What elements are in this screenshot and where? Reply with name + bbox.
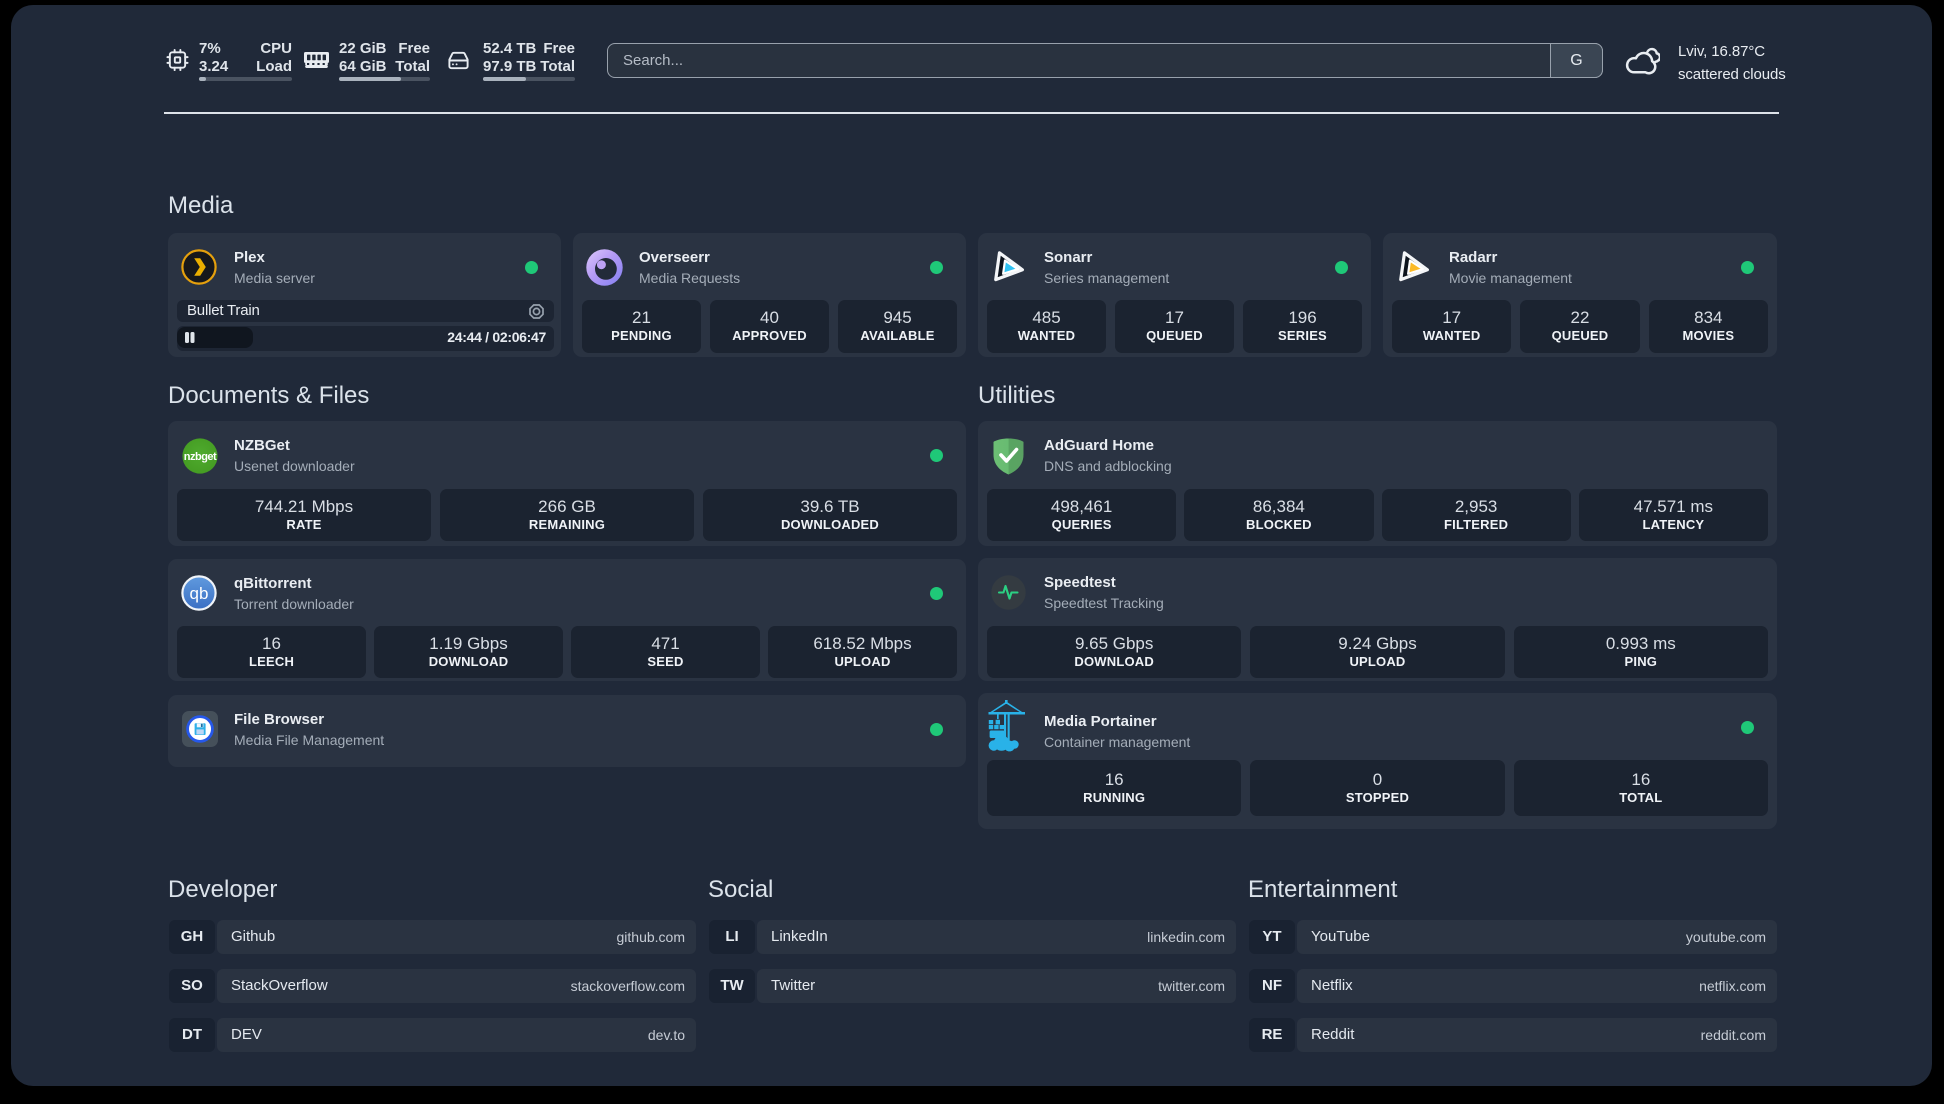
svg-text:qb: qb bbox=[190, 584, 209, 603]
svg-text:nzbget: nzbget bbox=[184, 451, 217, 463]
